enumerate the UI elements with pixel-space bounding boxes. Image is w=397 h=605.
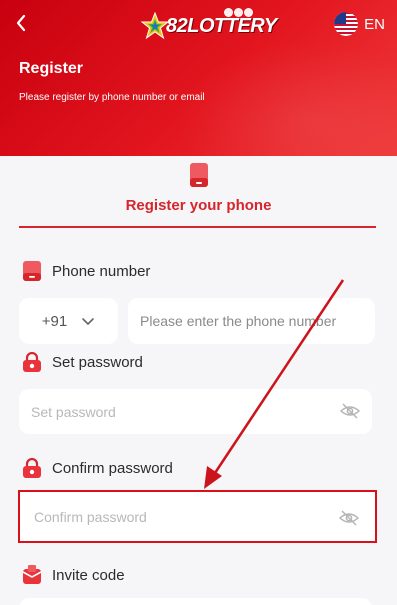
confirm-password-input[interactable] <box>20 492 375 541</box>
chevron-down-icon <box>82 318 95 325</box>
lock-icon <box>23 458 41 478</box>
phone-number-label-text: Phone number <box>52 262 151 280</box>
country-code-select[interactable]: +91 <box>19 298 118 344</box>
invite-envelope-icon <box>22 565 42 584</box>
phone-icon <box>189 163 208 187</box>
logo-text: 82LOTTERY <box>166 14 277 37</box>
phone-icon <box>23 261 41 281</box>
tab-register-phone[interactable]: Register your phone <box>0 162 397 214</box>
header-banner: 82LOTTERY EN Register Please register by… <box>0 0 397 156</box>
invite-code-label-text: Invite code <box>52 566 125 584</box>
confirm-password-label: Confirm password <box>22 458 173 478</box>
confirm-password-box-highlighted <box>18 490 377 543</box>
phone-input-box <box>128 298 375 344</box>
set-password-box <box>19 389 372 434</box>
chevron-left-icon[interactable] <box>10 10 34 36</box>
page-title: Register <box>19 60 84 77</box>
set-password-label: Set password <box>22 352 143 372</box>
invite-code-box[interactable] <box>19 598 372 605</box>
country-code-value: +91 <box>41 312 68 330</box>
eye-off-icon[interactable] <box>339 509 359 527</box>
phone-number-label: Phone number <box>22 261 150 281</box>
brand-logo: 82LOTTERY <box>140 8 277 44</box>
language-selector[interactable]: EN <box>334 12 385 36</box>
invite-code-label: Invite code <box>22 565 125 585</box>
page-subtitle: Please register by phone number or email <box>19 92 205 103</box>
tab-label: Register your phone <box>125 197 272 214</box>
tab-underline <box>19 226 376 228</box>
phone-number-input[interactable] <box>128 298 375 344</box>
confirm-password-label-text: Confirm password <box>52 459 173 477</box>
language-label: EN <box>364 15 385 33</box>
eye-off-icon[interactable] <box>340 402 360 420</box>
set-password-input[interactable] <box>19 389 372 434</box>
us-flag-icon <box>334 12 359 36</box>
set-password-label-text: Set password <box>52 353 143 371</box>
lock-icon <box>23 352 41 372</box>
logo-balls <box>224 8 253 17</box>
